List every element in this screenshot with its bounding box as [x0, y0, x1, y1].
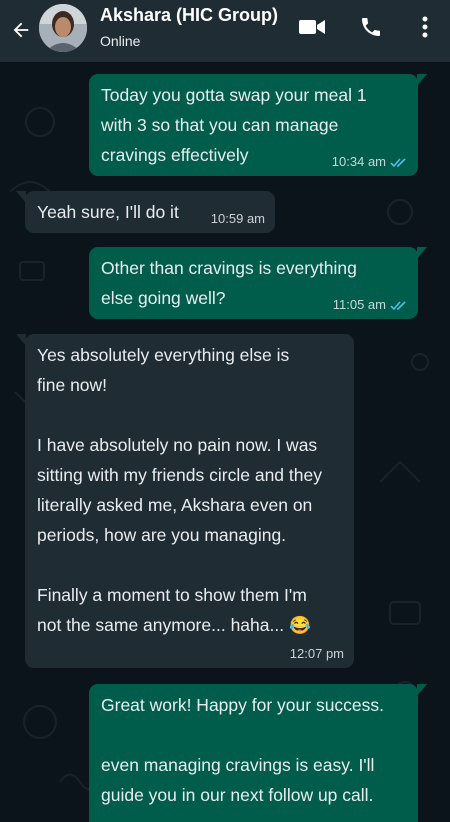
chat-area[interactable]: Today you gotta swap your meal 1 with 3 …	[0, 62, 450, 822]
message-bubble-outgoing[interactable]: Other than cravings is everything else g…	[89, 247, 427, 319]
video-camera-icon	[299, 20, 325, 34]
message-time: 12:07 pm	[289, 646, 344, 661]
message-text: Yes absolutely everything else is fine n…	[37, 345, 322, 635]
arrow-left-icon	[13, 22, 29, 38]
message-meta: 10:34 am	[332, 154, 408, 170]
message-meta: 12:07 pm	[290, 646, 344, 662]
message-time: 10:34 am	[331, 154, 386, 169]
message-bubble-outgoing[interactable]: Today you gotta swap your meal 1 with 3 …	[89, 74, 427, 176]
contact-avatar[interactable]	[39, 4, 87, 52]
message-time: 11:05 am	[332, 297, 386, 312]
chat-header: Akshara (HIC Group) Online	[0, 0, 450, 62]
video-call-button[interactable]	[295, 12, 329, 42]
phone-icon	[362, 18, 380, 36]
voice-call-button[interactable]	[354, 12, 388, 42]
message-bubble-incoming[interactable]: Yes absolutely everything else is fine n…	[16, 334, 354, 668]
message-time: 10:59 am	[210, 211, 265, 226]
contact-status: Online	[100, 33, 141, 49]
message-bubble-incoming[interactable]: Yeah sure, I'll do it 10:59 am	[16, 191, 275, 233]
read-receipt-icon	[390, 300, 408, 311]
more-vertical-icon	[422, 16, 428, 38]
read-receipt-icon	[390, 157, 408, 168]
contact-name[interactable]: Akshara (HIC Group)	[100, 5, 278, 26]
back-button[interactable]	[8, 17, 34, 43]
menu-button[interactable]	[408, 12, 442, 42]
message-meta: 10:59 am	[211, 211, 265, 227]
message-meta: 11:05 am	[333, 297, 408, 313]
message-text: Great work! Happy for your success. even…	[101, 695, 385, 805]
message-bubble-outgoing[interactable]: Great work! Happy for your success. even…	[89, 684, 427, 822]
